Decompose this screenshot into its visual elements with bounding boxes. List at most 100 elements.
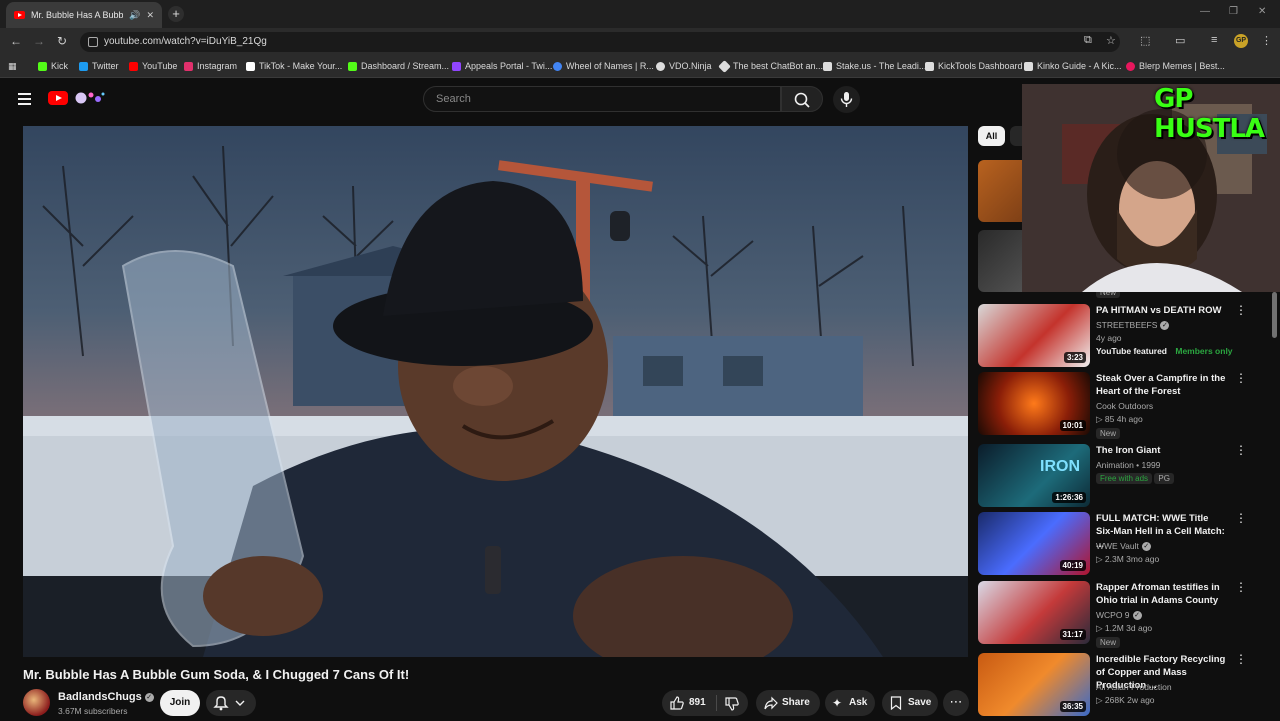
share-button[interactable]: Share [756,690,820,716]
more-options-icon[interactable]: ⋮ [1235,653,1247,665]
bookmarks-bar: ▦ Kick Twitter YouTube Instagram TikTok … [0,56,1280,78]
bookmark-twitter[interactable]: Twitter [79,61,119,71]
site-info-icon[interactable] [88,37,98,47]
like-dislike-group: 891 [662,690,748,716]
video-duration: 3:23 [1063,352,1086,363]
more-options-icon[interactable]: ⋮ [1235,581,1247,593]
bookmark-appeals[interactable]: Appeals Portal - Twi... [452,61,552,71]
recommended-channel: WCPO 9 ✓ [1096,610,1142,621]
bookmark-stake[interactable]: Stake.us - The Leadi... [823,61,926,71]
bookmark-kick[interactable]: Kick [38,61,68,71]
new-tab-button[interactable]: + [168,6,184,22]
forward-icon[interactable]: → [33,34,45,48]
recommended-thumbnail[interactable]: 10:01 [978,372,1090,435]
youtube-logo[interactable] [48,91,68,105]
bookmark-kicktools[interactable]: KickTools Dashboard [925,61,1023,71]
voice-search-button[interactable] [833,86,860,113]
search-button[interactable] [781,86,823,112]
apps-grid-icon[interactable]: ▦ [8,61,17,72]
close-window-icon[interactable]: ✕ [1258,6,1266,17]
recommended-thumbnail[interactable]: 31:17 [978,581,1090,644]
bookmark-kinko[interactable]: Kinko Guide - A Kic... [1024,61,1122,71]
channel-avatar[interactable] [23,689,50,716]
close-tab-icon[interactable]: ✕ [146,10,154,21]
save-button[interactable]: Save [882,690,938,716]
profile-avatar[interactable]: GP [1234,34,1248,48]
recommended-thumbnail[interactable]: 36:35 [978,653,1090,716]
recommended-meta: ▷ 85 4h ago [1096,414,1143,424]
recommended-title[interactable]: PA HITMAN vs DEATH ROW [1096,304,1228,317]
play-small-icon: ▷ [1096,414,1105,424]
vdoninja-icon [656,61,665,71]
minimize-icon[interactable]: — [1200,6,1210,17]
channel-name[interactable]: BadlandsChugs [58,691,142,703]
reload-icon[interactable]: ↻ [57,34,67,48]
address-bar[interactable]: youtube.com/watch?v=iDuYiB_21Qg [80,32,1120,52]
recommended-title[interactable]: The Iron Giant [1096,444,1228,457]
recommended-item[interactable]: IRON 1:26:36 The Iron Giant Animation • … [978,444,1278,508]
join-button[interactable]: Join [160,690,200,716]
recommended-badge-row: YouTube featured Members only [1096,346,1233,356]
play-small-icon: ▷ [1096,623,1105,633]
bookmark-youtube[interactable]: YouTube [129,61,177,71]
thumbs-up-icon[interactable] [670,696,684,710]
ask-button[interactable]: ✦ Ask [825,690,875,716]
recommended-title[interactable]: Rapper Afroman testifies in Ohio trial i… [1096,581,1228,607]
more-options-icon[interactable]: ⋮ [1235,372,1247,384]
video-player[interactable] [23,126,968,657]
extensions-icon[interactable]: ⬚ [1140,34,1150,47]
recommended-meta: 4y ago [1096,333,1122,343]
recommended-channel: Animation • 1999 [1096,460,1161,470]
bookmark-chatbot[interactable]: The best ChatBot an... [718,59,823,73]
notifications-button[interactable] [206,690,256,716]
ask-label: Ask [849,697,868,708]
browser-menu-icon[interactable]: ⋮ [1261,34,1272,47]
more-options-icon[interactable]: ⋮ [1235,444,1247,456]
search-input[interactable]: Search [423,86,781,112]
channel-name-row[interactable]: BadlandsChugs ✓ [58,691,154,703]
new-badge: New [1096,637,1121,648]
recommended-item[interactable]: 36:35 Incredible Factory Recycling of Co… [978,653,1278,717]
browser-tab[interactable]: Mr. Bubble Has A Bubble Gum Soda, & I Ch… [6,2,162,28]
more-options-icon[interactable]: ⋮ [1235,304,1247,316]
bookmark-star-icon[interactable]: ☆ [1106,34,1116,47]
like-count[interactable]: 891 [689,690,706,716]
video-title: Mr. Bubble Has A Bubble Gum Soda, & I Ch… [23,667,410,682]
bookmark-wheel[interactable]: Wheel of Names | R... [553,61,654,71]
bookmark-instagram[interactable]: Instagram [184,61,237,71]
sidebar-scrollbar[interactable] [1272,292,1277,338]
chip-all[interactable]: All [978,126,1005,146]
video-duration: 31:17 [1059,629,1086,640]
bookmark-dashboard[interactable]: Dashboard / Stream... [348,61,449,71]
recommended-item[interactable]: 10:01 Steak Over a Campfire in the Heart… [978,372,1278,439]
recommended-item[interactable]: 40:19 FULL MATCH: WWE Title Six-Man Hell… [978,512,1278,576]
recommended-thumbnail[interactable]: 3:23 [978,304,1090,367]
youtube-doodle-icon[interactable] [72,89,106,107]
media-controls-icon[interactable]: ≡ [1211,34,1217,46]
more-options-icon[interactable]: ⋮ [1235,512,1247,524]
recommended-meta: ▷ 1.2M 3d ago [1096,623,1153,633]
recommended-thumbnail[interactable]: IRON 1:26:36 [978,444,1090,507]
speaker-icon[interactable]: 🔊 [129,10,140,21]
share-icon [764,696,778,710]
recommended-badge-row: Free with ads PG [1096,473,1174,484]
youtube-icon [129,61,138,71]
chatbot-icon [718,59,731,73]
more-actions-button[interactable]: ⋯ [943,690,969,716]
install-app-icon[interactable]: ⧉ [1084,34,1092,47]
thumbs-down-icon[interactable] [725,697,739,711]
bookmark-vdoninja[interactable]: VDO.Ninja [656,61,712,71]
tiktok-icon [246,61,255,71]
free-with-ads-badge: Free with ads [1096,473,1153,484]
recommended-item[interactable]: 31:17 Rapper Afroman testifies in Ohio t… [978,581,1278,648]
bookmark-blerp[interactable]: Blerp Memes | Best... [1126,61,1225,71]
recommended-title[interactable]: Steak Over a Campfire in the Heart of th… [1096,372,1228,398]
back-icon[interactable]: ← [10,34,22,48]
hamburger-menu-icon[interactable] [18,93,31,105]
recommended-item[interactable]: 3:23 PA HITMAN vs DEATH ROW STREETBEEFS ✓… [978,304,1278,368]
cast-icon[interactable]: ▭ [1175,34,1185,47]
recommended-thumbnail[interactable]: 40:19 [978,512,1090,575]
bookmark-tiktok[interactable]: TikTok - Make Your... [246,61,342,71]
maximize-icon[interactable]: ❐ [1229,6,1238,17]
stake-icon [823,61,832,71]
